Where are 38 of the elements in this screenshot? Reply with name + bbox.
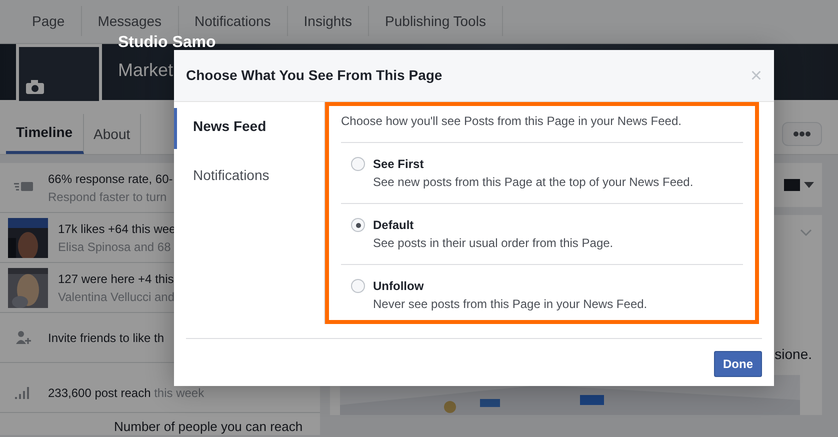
add-person-icon bbox=[13, 330, 33, 346]
camera-icon bbox=[25, 79, 45, 95]
stat-text: 127 were here +4 this bbox=[58, 270, 175, 288]
page-category: Market bbox=[118, 59, 174, 82]
option-description: Never see posts from this Page in your News Feed. bbox=[373, 296, 648, 313]
more-icon bbox=[793, 131, 811, 137]
dialog-title: Choose What You See From This Page bbox=[186, 66, 442, 85]
profile-tab[interactable]: About bbox=[84, 114, 142, 154]
done-button[interactable]: Done bbox=[714, 351, 762, 377]
nav-tab[interactable]: Page bbox=[16, 6, 82, 36]
page-thumbnail-icon bbox=[784, 179, 800, 191]
stat-text: 233,600 post reach this week bbox=[48, 384, 204, 402]
radio-button[interactable] bbox=[351, 157, 365, 171]
stat-text: 66% response rate, 60- bbox=[48, 170, 173, 188]
nav-tab[interactable]: Notifications bbox=[178, 6, 288, 36]
radio-button[interactable] bbox=[351, 279, 365, 293]
option-label: See First bbox=[373, 156, 425, 173]
option-label: Unfollow bbox=[373, 278, 425, 295]
nav-tab[interactable]: Messages bbox=[82, 6, 179, 36]
stat-subtext: Respond faster to turn bbox=[48, 188, 168, 206]
option-description: See new posts from this Page at the top of your News Feed. bbox=[373, 174, 694, 191]
nav-tab[interactable]: Publishing Tools bbox=[369, 6, 503, 36]
dialog-tab[interactable]: News Feed bbox=[174, 108, 324, 149]
reach-note: Number of people you can reach bbox=[113, 418, 304, 435]
radio-button[interactable] bbox=[351, 218, 365, 232]
nav-tab[interactable]: Insights bbox=[288, 6, 370, 36]
more-button[interactable] bbox=[782, 122, 822, 146]
caret-icon bbox=[804, 182, 814, 188]
chevron-icon bbox=[800, 229, 812, 237]
intro-text: Choose how you'll see Posts from this Page in your News Feed. bbox=[341, 112, 743, 143]
stat-subtext: Valentina Vellucci and bbox=[58, 288, 175, 306]
post-text: sione. bbox=[774, 345, 812, 364]
profile-tab[interactable]: Timeline bbox=[6, 114, 84, 154]
dialog-tab[interactable]: Notifications bbox=[174, 157, 324, 198]
stat-subtext: Elisa Spinosa and 68 bbox=[58, 238, 172, 256]
option-description: See posts in their usual order from this Page. bbox=[373, 235, 614, 252]
option-label: Default bbox=[373, 217, 415, 234]
stat-text: Invite friends to like th bbox=[48, 330, 164, 346]
